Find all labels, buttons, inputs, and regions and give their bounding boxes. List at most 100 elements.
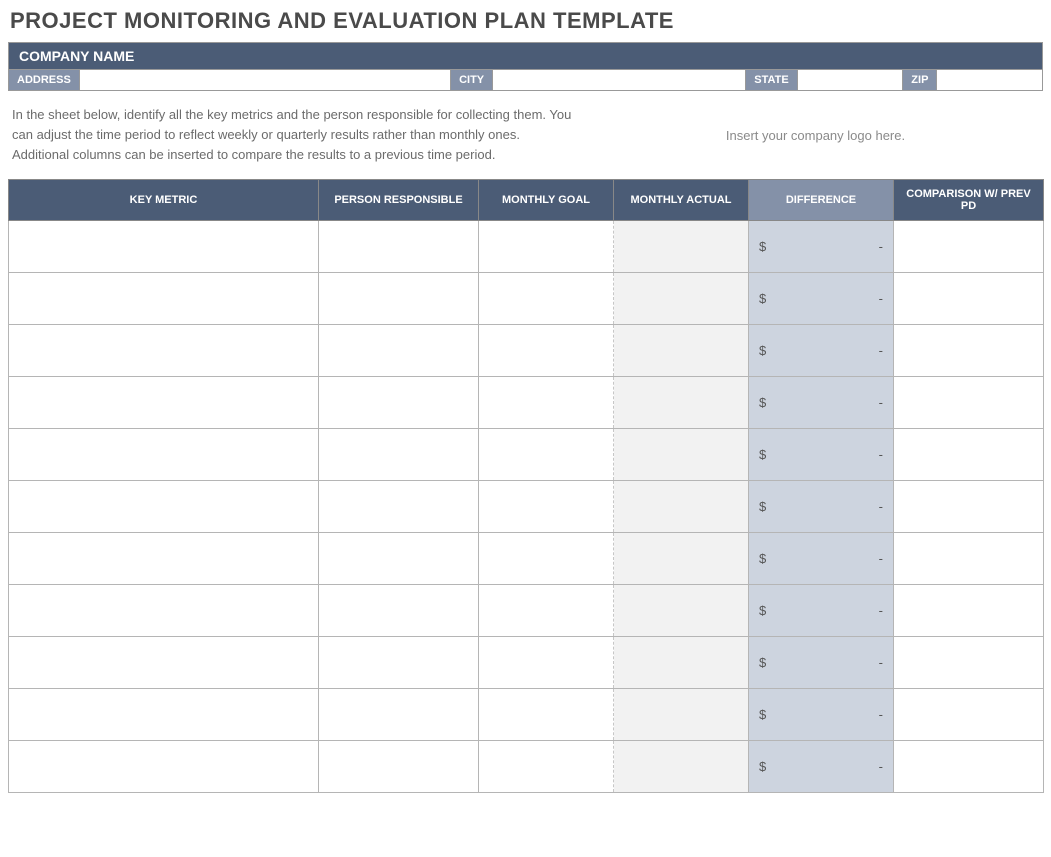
city-label: CITY bbox=[450, 70, 493, 90]
cell-person-responsible[interactable] bbox=[319, 221, 479, 273]
cell-monthly-goal[interactable] bbox=[479, 325, 614, 377]
cell-person-responsible[interactable] bbox=[319, 429, 479, 481]
cell-key-metric[interactable] bbox=[9, 273, 319, 325]
cell-key-metric[interactable] bbox=[9, 585, 319, 637]
cell-person-responsible[interactable] bbox=[319, 325, 479, 377]
cell-difference: $- bbox=[749, 221, 894, 273]
state-label: STATE bbox=[745, 70, 797, 90]
cell-key-metric[interactable] bbox=[9, 429, 319, 481]
cell-key-metric[interactable] bbox=[9, 221, 319, 273]
cell-comparison[interactable] bbox=[894, 273, 1044, 325]
table-row: $- bbox=[9, 325, 1044, 377]
cell-person-responsible[interactable] bbox=[319, 273, 479, 325]
cell-monthly-goal[interactable] bbox=[479, 741, 614, 793]
zip-label: ZIP bbox=[902, 70, 937, 90]
cell-person-responsible[interactable] bbox=[319, 689, 479, 741]
difference-value: - bbox=[879, 551, 883, 566]
cell-key-metric[interactable] bbox=[9, 377, 319, 429]
cell-comparison[interactable] bbox=[894, 741, 1044, 793]
cell-comparison[interactable] bbox=[894, 429, 1044, 481]
difference-value: - bbox=[879, 655, 883, 670]
cell-difference: $- bbox=[749, 273, 894, 325]
cell-person-responsible[interactable] bbox=[319, 481, 479, 533]
cell-monthly-goal[interactable] bbox=[479, 377, 614, 429]
cell-comparison[interactable] bbox=[894, 585, 1044, 637]
cell-person-responsible[interactable] bbox=[319, 377, 479, 429]
cell-comparison[interactable] bbox=[894, 481, 1044, 533]
currency-symbol: $ bbox=[759, 343, 766, 358]
cell-monthly-actual[interactable] bbox=[614, 585, 749, 637]
cell-monthly-goal[interactable] bbox=[479, 429, 614, 481]
col-header-difference: DIFFERENCE bbox=[749, 180, 894, 221]
currency-symbol: $ bbox=[759, 707, 766, 722]
cell-monthly-goal[interactable] bbox=[479, 689, 614, 741]
table-row: $- bbox=[9, 221, 1044, 273]
metrics-table: KEY METRIC PERSON RESPONSIBLE MONTHLY GO… bbox=[8, 179, 1044, 793]
cell-comparison[interactable] bbox=[894, 689, 1044, 741]
cell-monthly-goal[interactable] bbox=[479, 533, 614, 585]
col-header-actual: MONTHLY ACTUAL bbox=[614, 180, 749, 221]
cell-monthly-actual[interactable] bbox=[614, 377, 749, 429]
cell-monthly-goal[interactable] bbox=[479, 221, 614, 273]
cell-key-metric[interactable] bbox=[9, 689, 319, 741]
address-field[interactable] bbox=[80, 70, 450, 90]
cell-comparison[interactable] bbox=[894, 221, 1044, 273]
cell-person-responsible[interactable] bbox=[319, 741, 479, 793]
cell-monthly-actual[interactable] bbox=[614, 429, 749, 481]
cell-monthly-goal[interactable] bbox=[479, 637, 614, 689]
table-row: $- bbox=[9, 585, 1044, 637]
address-label: ADDRESS bbox=[9, 70, 80, 90]
cell-monthly-goal[interactable] bbox=[479, 585, 614, 637]
cell-key-metric[interactable] bbox=[9, 533, 319, 585]
cell-person-responsible[interactable] bbox=[319, 637, 479, 689]
cell-difference: $- bbox=[749, 481, 894, 533]
cell-difference: $- bbox=[749, 689, 894, 741]
cell-key-metric[interactable] bbox=[9, 325, 319, 377]
zip-field[interactable] bbox=[937, 70, 1042, 90]
cell-key-metric[interactable] bbox=[9, 741, 319, 793]
table-row: $- bbox=[9, 637, 1044, 689]
cell-comparison[interactable] bbox=[894, 637, 1044, 689]
currency-symbol: $ bbox=[759, 239, 766, 254]
currency-symbol: $ bbox=[759, 655, 766, 670]
cell-monthly-actual[interactable] bbox=[614, 221, 749, 273]
state-field[interactable] bbox=[798, 70, 903, 90]
cell-key-metric[interactable] bbox=[9, 481, 319, 533]
cell-monthly-actual[interactable] bbox=[614, 481, 749, 533]
currency-symbol: $ bbox=[759, 395, 766, 410]
cell-monthly-actual[interactable] bbox=[614, 741, 749, 793]
cell-monthly-goal[interactable] bbox=[479, 481, 614, 533]
difference-value: - bbox=[879, 395, 883, 410]
cell-comparison[interactable] bbox=[894, 533, 1044, 585]
logo-placeholder[interactable]: Insert your company logo here. bbox=[592, 128, 1039, 143]
cell-person-responsible[interactable] bbox=[319, 533, 479, 585]
cell-comparison[interactable] bbox=[894, 377, 1044, 429]
difference-value: - bbox=[879, 343, 883, 358]
col-header-goal: MONTHLY GOAL bbox=[479, 180, 614, 221]
cell-comparison[interactable] bbox=[894, 325, 1044, 377]
table-row: $- bbox=[9, 377, 1044, 429]
cell-person-responsible[interactable] bbox=[319, 585, 479, 637]
cell-difference: $- bbox=[749, 533, 894, 585]
difference-value: - bbox=[879, 447, 883, 462]
cell-monthly-actual[interactable] bbox=[614, 637, 749, 689]
currency-symbol: $ bbox=[759, 603, 766, 618]
cell-key-metric[interactable] bbox=[9, 637, 319, 689]
cell-difference: $- bbox=[749, 741, 894, 793]
table-row: $- bbox=[9, 741, 1044, 793]
table-row: $- bbox=[9, 429, 1044, 481]
cell-monthly-actual[interactable] bbox=[614, 533, 749, 585]
difference-value: - bbox=[879, 239, 883, 254]
cell-monthly-actual[interactable] bbox=[614, 689, 749, 741]
difference-value: - bbox=[879, 499, 883, 514]
cell-monthly-goal[interactable] bbox=[479, 273, 614, 325]
currency-symbol: $ bbox=[759, 551, 766, 566]
cell-difference: $- bbox=[749, 585, 894, 637]
currency-symbol: $ bbox=[759, 499, 766, 514]
city-field[interactable] bbox=[493, 70, 745, 90]
cell-monthly-actual[interactable] bbox=[614, 273, 749, 325]
col-header-comparison: COMPARISON W/ PREV PD bbox=[894, 180, 1044, 221]
company-name-bar[interactable]: COMPANY NAME bbox=[8, 42, 1043, 70]
cell-monthly-actual[interactable] bbox=[614, 325, 749, 377]
page-title: PROJECT MONITORING AND EVALUATION PLAN T… bbox=[8, 8, 1043, 34]
